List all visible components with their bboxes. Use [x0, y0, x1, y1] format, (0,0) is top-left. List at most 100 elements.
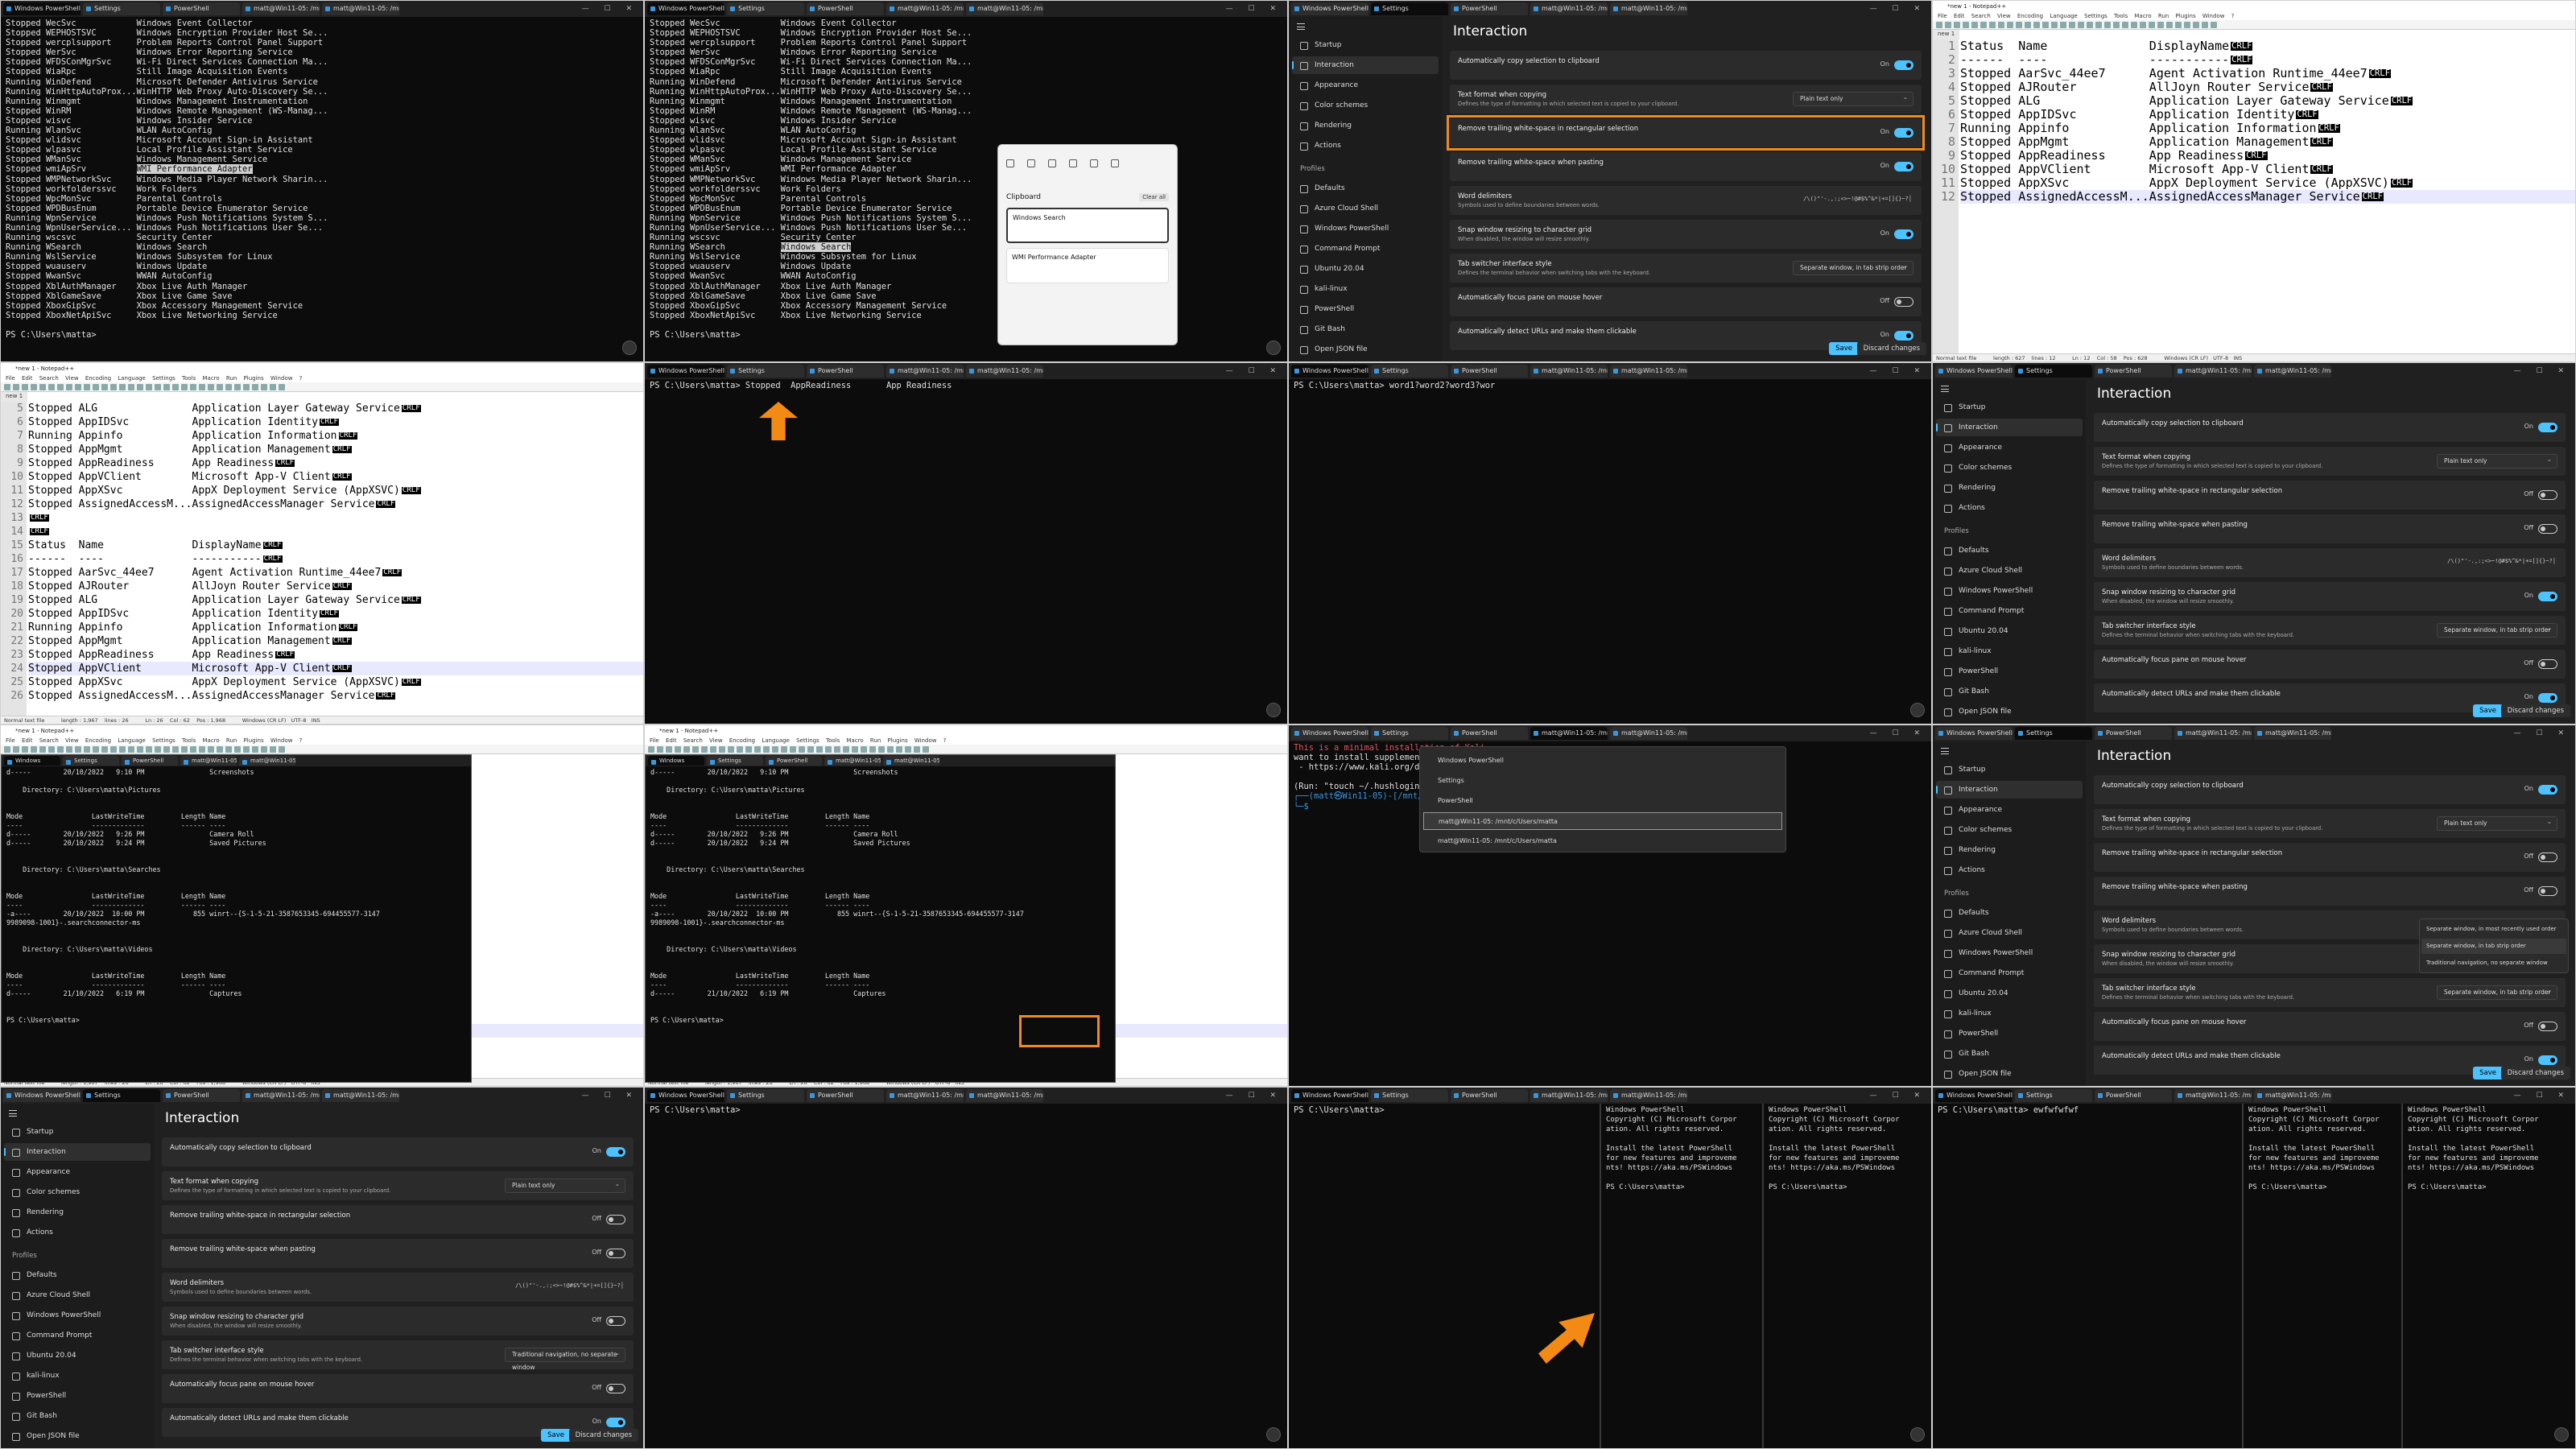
setting-row[interactable]: Remove trailing white-space when pasting… — [1450, 152, 1922, 181]
tab-2[interactable]: Settings — [2015, 365, 2092, 378]
toggle-switch[interactable] — [1894, 297, 1913, 307]
setting-row[interactable]: Automatically copy selection to clipboar… — [2094, 775, 2566, 804]
tab-2[interactable]: Settings — [1371, 365, 1448, 378]
nav-appearance[interactable]: Appearance — [4, 1163, 151, 1181]
toolbar-icon[interactable] — [2175, 22, 2182, 28]
hamburger-menu-icon[interactable] — [9, 1110, 17, 1117]
tab-3[interactable]: PowerShell — [807, 365, 884, 378]
setting-row[interactable]: Word delimiters Symbols used to define bo… — [2094, 548, 2566, 577]
toggle-switch[interactable] — [2538, 1022, 2557, 1031]
toggle-switch[interactable] — [2538, 1055, 2557, 1065]
toolbar-icon[interactable] — [763, 746, 770, 753]
word-delimiters-value[interactable]: /\()"'-.,:;<>~!@#$%^&*|+=[]{}~?│ — [2447, 558, 2556, 564]
setting-row[interactable]: Remove trailing white-space in rectangul… — [1447, 115, 1925, 151]
toolbar-icon[interactable] — [128, 384, 134, 390]
profile-kali-linux[interactable]: kali-linux — [1936, 642, 2083, 660]
setting-row[interactable]: Remove trailing white-space when pasting… — [2094, 877, 2566, 906]
toggle-switch[interactable] — [1894, 60, 1913, 70]
toolbar-icon[interactable] — [2095, 22, 2102, 28]
nav-actions[interactable]: Actions — [1292, 137, 1439, 155]
toolbar-icon[interactable] — [101, 746, 108, 753]
window-controls[interactable]: — ☐ ✕ — [2514, 729, 2575, 737]
open-json-file-button[interactable]: Open JSON file — [1292, 341, 1439, 358]
setting-row[interactable]: Remove trailing white-space in rectangul… — [2094, 481, 2566, 510]
toggle-switch[interactable] — [2538, 852, 2557, 862]
save-button[interactable]: Save — [2473, 1067, 2503, 1080]
profile-powershell[interactable]: PowerShell — [1292, 300, 1439, 318]
nav-startup[interactable]: Startup — [1292, 36, 1439, 54]
dropdown-select[interactable]: Separate window, in tab strip order — [2437, 985, 2557, 1000]
toolbar-icon[interactable] — [110, 746, 117, 753]
terminal-output[interactable]: PS C:\Users\matta> word1?word2?word3?wor — [1289, 379, 1931, 724]
discard-changes-button[interactable]: Discard changes — [568, 1429, 638, 1442]
hamburger-menu-icon[interactable] — [1297, 23, 1305, 30]
toolbar-icon[interactable] — [225, 746, 232, 753]
toolbar-icon[interactable] — [1963, 22, 1969, 28]
toggle-switch[interactable] — [2538, 785, 2557, 795]
setting-row[interactable]: Tab switcher interface style Defines the … — [2094, 616, 2566, 645]
nav-interaction[interactable]: Interaction — [1936, 781, 2083, 799]
discard-changes-button[interactable]: Discard changes — [2500, 1067, 2570, 1080]
toolbar-icon[interactable] — [208, 384, 214, 390]
toolbar-icon[interactable] — [128, 746, 134, 753]
toolbar-icon[interactable] — [2149, 22, 2155, 28]
emoji-tab-icon[interactable] — [1090, 159, 1098, 167]
toolbar-icon[interactable] — [48, 746, 55, 753]
save-button[interactable]: Save — [541, 1429, 571, 1442]
tab-1[interactable]: Windows — [4, 756, 60, 766]
toolbar-icon[interactable] — [923, 746, 929, 753]
toolbar-icon[interactable] — [93, 384, 99, 390]
window-controls[interactable]: — ☐ ✕ — [1870, 5, 1931, 13]
toolbar-icon[interactable] — [1954, 22, 1960, 28]
toolbar-icon[interactable] — [84, 746, 90, 753]
tab-1[interactable]: Windows PowerShell — [1291, 2, 1368, 15]
profile-kali-linux[interactable]: kali-linux — [1292, 280, 1439, 298]
tab-1[interactable]: Windows PowerShell — [3, 1089, 80, 1102]
toolbar-icon[interactable] — [172, 746, 179, 753]
tab-5[interactable]: matt@Win11-05: /mnt/c — [1610, 727, 1687, 740]
editor-area[interactable]: 56 7 89 10 1112 13 1415 16 1718 19 202122 23 2425 26 S… — [1, 402, 643, 716]
toolbar-icon[interactable] — [745, 746, 752, 753]
toolbar-icon[interactable] — [914, 746, 920, 753]
pane-left[interactable]: PS C:\Users\matta> — [1289, 1104, 1600, 1448]
nav-startup[interactable]: Startup — [1936, 761, 2083, 778]
tab-2[interactable]: Settings — [83, 2, 160, 15]
toolbar-icon[interactable] — [93, 746, 99, 753]
tab-switcher-item[interactable]: matt@Win11-05: /mnt/c/Users/matta — [1423, 812, 1782, 830]
open-json-file-button[interactable]: Open JSON file — [1936, 1065, 2083, 1083]
tab-4[interactable]: matt@Win11-05: /mnt/c — [242, 1089, 320, 1102]
toggle-switch[interactable] — [606, 1384, 625, 1393]
profile-powershell[interactable]: PowerShell — [4, 1387, 151, 1405]
tab-2[interactable]: Settings — [1371, 2, 1448, 15]
emoji-tab-icon[interactable] — [1069, 159, 1077, 167]
window-controls[interactable]: — ☐ ✕ — [2514, 1092, 2575, 1100]
tab-3[interactable]: PowerShell — [2095, 1089, 2172, 1102]
toolbar-icon[interactable] — [790, 746, 796, 753]
nav-rendering[interactable]: Rendering — [1292, 117, 1439, 134]
toolbar-icon[interactable] — [225, 384, 232, 390]
toolbar-icon[interactable] — [181, 746, 188, 753]
hamburger-menu-icon[interactable] — [1941, 386, 1949, 392]
tab-5[interactable]: matt@Win11-05: /mnt/c — [1610, 2, 1687, 15]
toolbar-icon[interactable] — [66, 746, 72, 753]
tab-2[interactable]: Settings — [1371, 727, 1448, 740]
toolbar-icon[interactable] — [39, 746, 46, 753]
toolbar-icon[interactable] — [2131, 22, 2137, 28]
setting-row[interactable]: Automatically focus pane on mouse hover O… — [2094, 1012, 2566, 1041]
profile-ubuntu-20-04[interactable]: Ubuntu 20.04 — [4, 1347, 151, 1364]
toolbar-icon[interactable] — [2016, 22, 2022, 28]
word-delimiters-value[interactable]: /\()"'-.,:;<>~!@#$%^&*|+=[]{}~?│ — [1803, 196, 1912, 202]
tab-2[interactable]: Settings — [727, 2, 804, 15]
nav-color-schemes[interactable]: Color schemes — [1936, 459, 2083, 477]
profile-kali-linux[interactable]: kali-linux — [4, 1367, 151, 1385]
setting-row[interactable]: Snap window resizing to character grid Wh… — [2094, 582, 2566, 611]
nav-color-schemes[interactable]: Color schemes — [1936, 821, 2083, 839]
tab-2[interactable]: Settings — [707, 756, 763, 766]
setting-row[interactable]: Remove trailing white-space in rectangul… — [162, 1205, 634, 1234]
toolbar-icon[interactable] — [2060, 22, 2066, 28]
toolbar-icon[interactable] — [146, 746, 152, 753]
pane[interactable]: Windows PowerShell Copyright (C) Microsof… — [2403, 1104, 2575, 1448]
profile-windows-powershell[interactable]: Windows PowerShell — [4, 1307, 151, 1324]
toggle-switch[interactable] — [2538, 693, 2557, 703]
setting-row[interactable]: Remove trailing white-space when pasting… — [162, 1239, 634, 1268]
